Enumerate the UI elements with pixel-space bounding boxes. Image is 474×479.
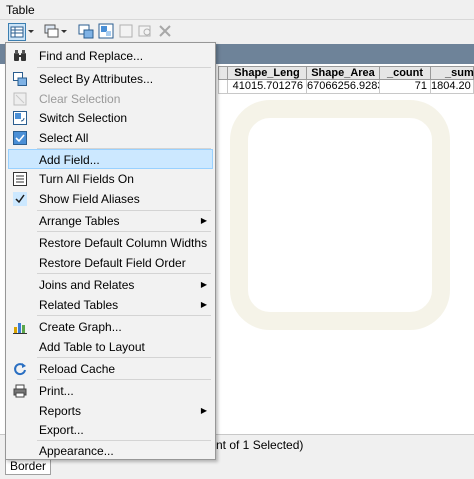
menu-item-label: Related Tables [39, 298, 119, 312]
table-options-button[interactable] [8, 23, 26, 41]
watermark-logo [230, 100, 450, 330]
menu-separator [37, 357, 211, 358]
column-header-shape-area[interactable]: Shape_Area [306, 66, 380, 80]
menu-item-label: Clear Selection [39, 92, 121, 106]
binoculars-icon [14, 50, 26, 61]
select-by-attributes-button[interactable] [78, 23, 96, 41]
submenu-arrow-icon: ▶ [200, 216, 207, 225]
related-tables-button[interactable] [44, 23, 68, 41]
delete-selected-button[interactable] [157, 23, 175, 41]
table-toolbar [0, 20, 474, 44]
menu-separator [37, 231, 211, 232]
menu-item-label: Restore Default Column Widths [39, 236, 208, 250]
fields-list-icon [13, 172, 27, 186]
menu-separator [37, 273, 211, 274]
menu-item-label: Switch Selection [39, 111, 128, 125]
submenu-arrow-icon: ▶ [200, 406, 207, 415]
checkmark-icon [13, 192, 27, 206]
menu-item-reload-cache[interactable]: Reload Cache [8, 359, 213, 379]
reload-icon [14, 363, 26, 376]
menu-item-related-tables[interactable]: Related Tables ▶ [8, 295, 213, 315]
selection-count-text: nt of 1 Selected) [216, 438, 304, 452]
menu-item-print[interactable]: Print... [8, 381, 213, 401]
submenu-arrow-icon: ▶ [200, 280, 207, 289]
clear-selection-icon [13, 92, 27, 106]
menu-item-label: Export... [39, 423, 84, 437]
menu-item-reports[interactable]: Reports ▶ [8, 401, 213, 421]
menu-item-label: Restore Default Field Order [39, 256, 186, 270]
table-options-dropdown[interactable] [26, 23, 36, 41]
switch-selection-icon [98, 23, 114, 39]
column-header-count[interactable]: _count [379, 66, 431, 80]
dropdown-arrow-icon [28, 30, 34, 33]
menu-item-add-table-to-layout[interactable]: Add Table to Layout [8, 337, 213, 357]
switch-selection-button[interactable] [98, 23, 116, 41]
menu-item-label: Select All [39, 131, 89, 145]
menu-item-find-replace[interactable]: Find and Replace... [8, 46, 213, 66]
clear-selection-icon [119, 24, 133, 38]
menu-item-label: Reports [39, 404, 82, 418]
menu-item-label: Reload Cache [39, 362, 116, 376]
switch-selection-icon [13, 111, 27, 125]
menu-item-turn-all-fields-on[interactable]: Turn All Fields On [8, 169, 213, 189]
related-tables-icon [44, 24, 67, 38]
menu-item-label: Add Table to Layout [39, 340, 145, 354]
column-header-sum[interactable]: _sum [430, 66, 474, 80]
menu-item-restore-column-widths[interactable]: Restore Default Column Widths [8, 233, 213, 253]
printer-icon [13, 384, 27, 398]
select-by-attributes-icon [78, 24, 94, 39]
menu-item-switch-selection[interactable]: Switch Selection [8, 108, 213, 128]
table-cell[interactable]: 41015.701276 [227, 80, 307, 94]
window-title: Table [6, 3, 35, 17]
menu-item-label: Print... [39, 384, 74, 398]
select-all-icon [13, 131, 27, 145]
menu-item-label: Arrange Tables [39, 214, 120, 228]
menu-item-export[interactable]: Export... [8, 420, 213, 440]
title-bar: Table [0, 0, 474, 20]
menu-item-appearance[interactable]: Appearance... [8, 441, 213, 461]
menu-item-create-graph[interactable]: Create Graph... [8, 317, 213, 337]
menu-item-label: Add Field... [39, 153, 100, 167]
table-cell[interactable]: 67066256.9283 [306, 80, 383, 94]
menu-item-select-by-attributes[interactable]: Select By Attributes... [8, 69, 213, 89]
menu-item-joins-relates[interactable]: Joins and Relates ▶ [8, 275, 213, 295]
menu-item-clear-selection[interactable]: Clear Selection [8, 89, 213, 109]
menu-item-arrange-tables[interactable]: Arrange Tables ▶ [8, 211, 213, 231]
menu-separator [37, 67, 211, 68]
menu-separator [37, 379, 211, 380]
menu-item-select-all[interactable]: Select All [8, 128, 213, 148]
menu-item-label: Show Field Aliases [39, 192, 140, 206]
clear-selection-button[interactable] [118, 23, 136, 41]
zoom-to-selected-icon [138, 25, 151, 37]
menu-item-label: Appearance... [39, 444, 114, 458]
table-cell[interactable]: 71 [379, 80, 431, 94]
menu-item-label: Find and Replace... [39, 49, 144, 63]
bar-graph-icon [13, 323, 27, 334]
menu-item-label: Turn All Fields On [39, 172, 134, 186]
menu-item-add-field[interactable]: Add Field... [8, 149, 213, 169]
column-header-shape-leng[interactable]: Shape_Leng [227, 66, 307, 80]
table-options-menu: Find and Replace... Select By Attributes… [5, 42, 216, 460]
submenu-arrow-icon: ▶ [200, 300, 207, 309]
menu-item-label: Select By Attributes... [39, 72, 154, 86]
table-options-icon [10, 26, 24, 38]
menu-item-restore-field-order[interactable]: Restore Default Field Order [8, 253, 213, 273]
menu-item-label: Joins and Relates [39, 278, 135, 292]
delete-selected-icon [159, 25, 171, 37]
menu-item-show-field-aliases[interactable]: Show Field Aliases [8, 189, 213, 209]
table-cell[interactable]: 1804.20 [430, 80, 474, 94]
select-by-attributes-icon [13, 72, 27, 86]
menu-item-label: Create Graph... [39, 320, 122, 334]
zoom-to-selected-button[interactable] [137, 23, 155, 41]
menu-separator [37, 315, 211, 316]
